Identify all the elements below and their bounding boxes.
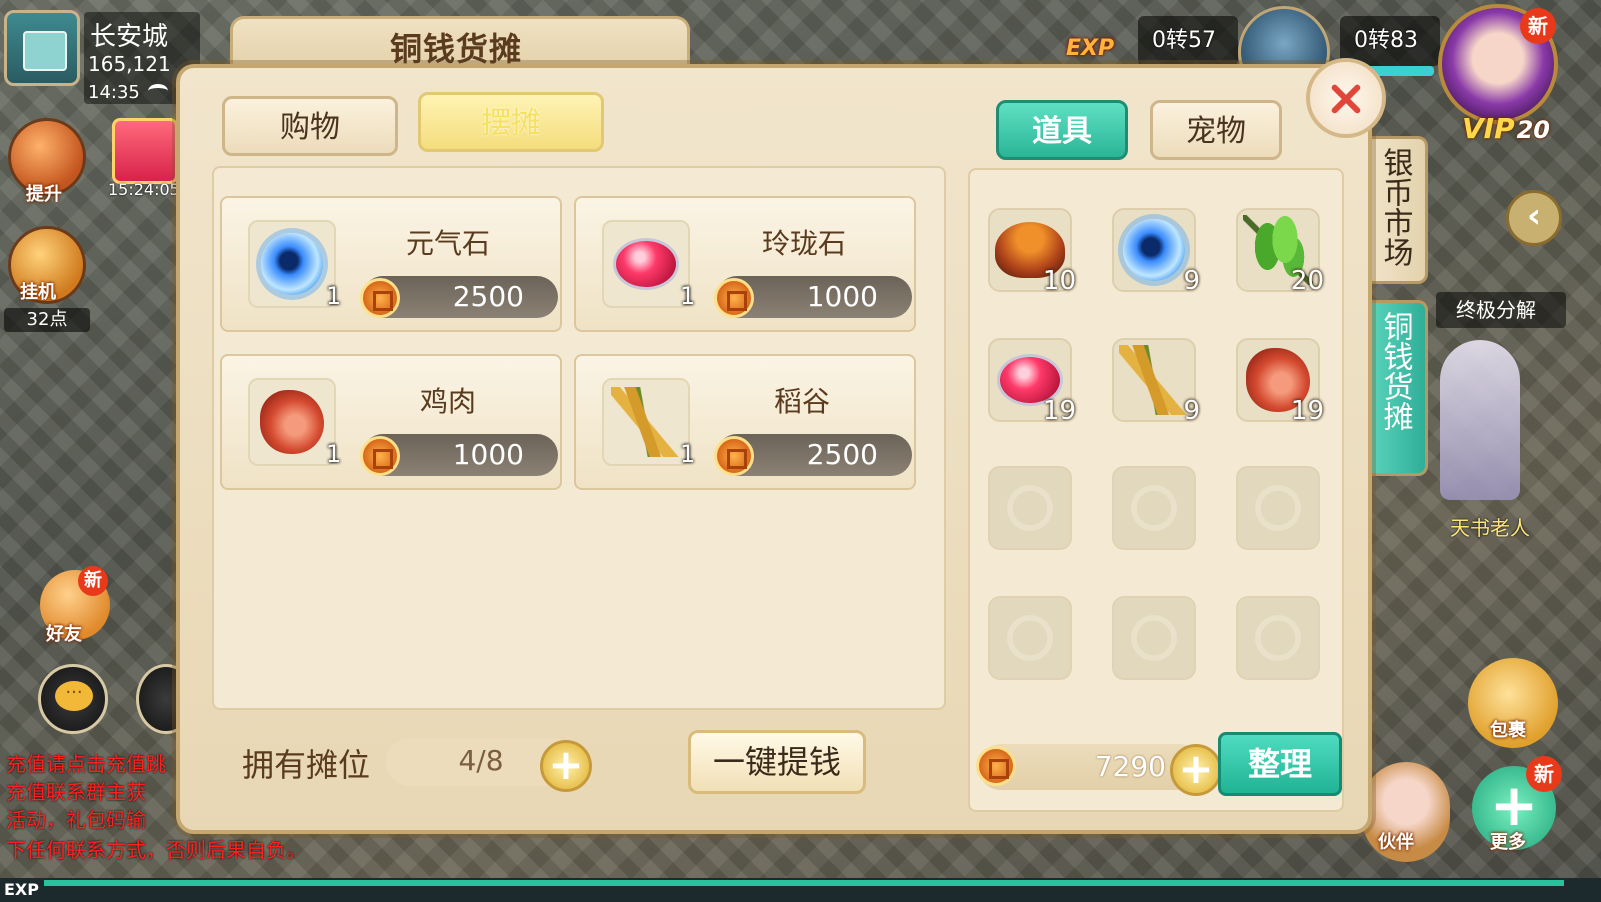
inventory-slot-empty[interactable] <box>1112 596 1196 680</box>
friends-label: 好友 <box>46 624 82 645</box>
slot-count: 19 <box>1290 396 1324 426</box>
stall-item-slot <box>602 220 690 308</box>
inventory-slot-empty[interactable] <box>988 466 1072 550</box>
inventory-slot-empty[interactable] <box>988 596 1072 680</box>
copper-balance: 7290 <box>1094 750 1166 783</box>
stall-item-slot <box>602 378 690 466</box>
vip-badge[interactable]: VIP20 <box>1462 112 1550 145</box>
silver-market-tab[interactable]: 银币市场 <box>1364 136 1428 284</box>
decompose-button[interactable]: 终极分解 <box>1436 292 1566 328</box>
stall-item-slot <box>248 220 336 308</box>
inventory-slot[interactable]: 9 <box>1112 338 1200 426</box>
grain-icon <box>611 387 681 457</box>
points-badge: 32点 <box>4 308 90 332</box>
stall-item-price: 2500 <box>806 438 878 471</box>
copper-stall-tab[interactable]: 铜钱货摊 <box>1364 300 1428 476</box>
bag-label: 包裹 <box>1490 720 1526 741</box>
stall-item-price: 1000 <box>452 438 524 471</box>
hero-new-badge: 新 <box>1520 8 1556 44</box>
slot-count: 20 <box>1290 266 1324 296</box>
inventory-slot-empty[interactable] <box>1236 596 1320 680</box>
stall-item-count: 1 <box>680 282 696 310</box>
add-stall-button[interactable]: + <box>540 740 592 792</box>
npc-sprite[interactable] <box>1440 340 1520 500</box>
upgrade-label: 提升 <box>26 184 62 205</box>
exp-boost-icon[interactable]: EXP <box>1066 36 1114 61</box>
meat-icon <box>260 390 324 454</box>
gift-timer: 15:24:05 <box>108 180 180 199</box>
wifi-icon <box>148 84 168 98</box>
sort-button[interactable]: 整理 <box>1218 732 1342 796</box>
auto-battle-label: 挂机 <box>20 282 56 303</box>
slot-count: 9 <box>1183 396 1200 426</box>
copper-stall-label: 铜钱货摊 <box>1364 303 1425 431</box>
stall-item-name: 稻谷 <box>774 385 831 418</box>
gem-icon <box>613 238 679 290</box>
stall-item-count: 1 <box>326 282 342 310</box>
stall-item-name: 玲珑石 <box>762 227 847 260</box>
chevron-left-icon[interactable]: ‹ <box>1506 190 1562 246</box>
inventory-slot-empty[interactable] <box>1112 466 1196 550</box>
inventory-slot[interactable]: 9 <box>1112 208 1200 296</box>
city-coords: 165,121 <box>88 52 171 76</box>
inventory-slot[interactable]: 19 <box>988 338 1076 426</box>
more-label: 更多 <box>1490 832 1526 853</box>
partner-label: 伙伴 <box>1378 832 1414 853</box>
slot-count: 19 <box>1042 396 1076 426</box>
friends-new-badge: 新 <box>78 566 108 596</box>
hero-level: 0转83 <box>1354 28 1418 53</box>
coin-icon <box>714 278 754 318</box>
add-money-button[interactable]: + <box>1170 744 1222 796</box>
coin-icon <box>360 436 400 476</box>
withdraw-all-button[interactable]: 一键提钱 <box>688 730 866 794</box>
vip-label: VIP <box>1462 112 1515 145</box>
notice-line-3: 活动，礼包码输 <box>6 808 146 832</box>
silver-market-label: 银币市场 <box>1364 139 1425 267</box>
notice-line-2: 充值联系群主获 <box>6 780 146 804</box>
slot-count: 9 <box>1183 266 1200 296</box>
stall-count: 4/8 <box>458 744 504 777</box>
stall-count-label: 拥有摊位 <box>242 746 371 784</box>
inventory-slot[interactable]: 20 <box>1236 208 1324 296</box>
vip-level: 20 <box>1516 116 1551 144</box>
silver-market-text: 银币市场 <box>1377 147 1413 267</box>
exp-label: EXP <box>4 880 39 899</box>
orb-icon <box>261 233 323 295</box>
coin-icon <box>360 278 400 318</box>
world-map-button[interactable] <box>4 10 80 86</box>
tab-pets[interactable]: 宠物 <box>1150 100 1282 160</box>
tab-shopping[interactable]: 购物 <box>222 96 398 156</box>
chat-button[interactable] <box>38 664 108 734</box>
slot-count: 10 <box>1042 266 1076 296</box>
coin-icon <box>976 746 1016 786</box>
close-icon[interactable] <box>1306 58 1386 138</box>
stall-item-count: 1 <box>326 440 342 468</box>
city-name: 长安城 <box>90 22 169 52</box>
stall-item-slot <box>248 378 336 466</box>
notice-line-1: 充值请点击充值跳 <box>6 752 166 776</box>
stall-item-price: 1000 <box>806 280 878 313</box>
inventory-slot[interactable]: 10 <box>988 208 1076 296</box>
npc-name: 天书老人 <box>1450 516 1530 540</box>
exp-bar-fill <box>44 880 1564 886</box>
pet-level: 0转57 <box>1152 28 1216 53</box>
tab-items[interactable]: 道具 <box>996 100 1128 160</box>
stall-item-price: 2500 <box>452 280 524 313</box>
tab-stall[interactable]: 摆摊 <box>418 92 604 152</box>
gift-icon[interactable] <box>112 118 178 184</box>
coin-icon <box>714 436 754 476</box>
notice-line-4: 下任何联系方式，否则后果自负。 <box>6 838 306 862</box>
stall-item-name: 鸡肉 <box>420 385 477 418</box>
panel-title: 铜钱货摊 <box>390 30 523 68</box>
grain-icon <box>1119 345 1189 415</box>
inventory-slot-empty[interactable] <box>1236 466 1320 550</box>
stall-item-name: 元气石 <box>406 227 491 260</box>
orb-icon <box>1123 219 1185 281</box>
copper-stall-text: 铜钱货摊 <box>1377 311 1413 431</box>
more-new-badge: 新 <box>1526 756 1562 792</box>
stall-item-count: 1 <box>680 440 696 468</box>
clock: 14:35 <box>88 82 140 103</box>
inventory-slot[interactable]: 19 <box>1236 338 1324 426</box>
